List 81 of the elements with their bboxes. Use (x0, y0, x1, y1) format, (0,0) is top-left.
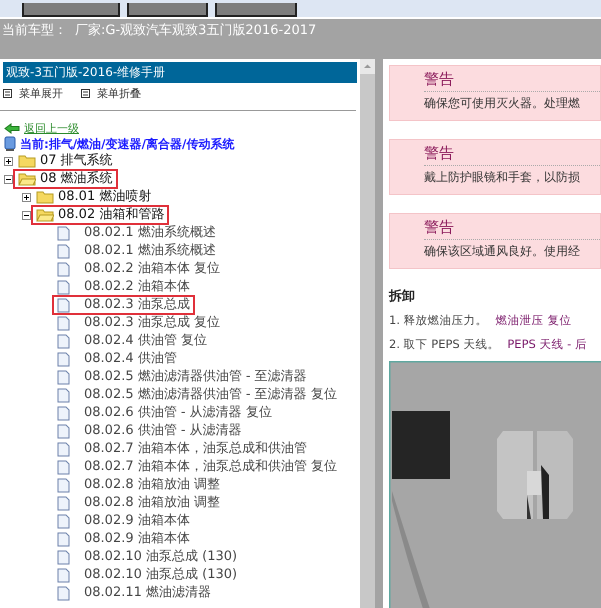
step-text: 1. 释放燃油压力。 (389, 313, 488, 327)
document-icon (57, 424, 70, 438)
document-icon (57, 532, 70, 546)
section-heading: 拆卸 (389, 288, 416, 305)
list-icon (3, 89, 12, 98)
tree-page[interactable]: 08.02.2 油箱本体 复位 (52, 259, 225, 279)
warning-title: 警告 (424, 70, 600, 92)
back-link[interactable]: 返回上一级 (24, 120, 79, 136)
tree-page[interactable]: 08.02.5 燃油滤清器供油管 - 至滤清器 复位 (52, 385, 342, 405)
back-arrow-icon (4, 122, 20, 134)
tree-page[interactable]: 08.02.5 燃油滤清器供油管 - 至滤清器 (52, 367, 312, 387)
document-icon (57, 226, 70, 240)
folder-icon (36, 208, 54, 222)
warning-text: 确保该区域通风良好。使用经 (424, 243, 581, 260)
warning-text: 确保您可使用灭火器。处理燃 (424, 95, 581, 112)
menu-action[interactable]: 菜单折叠 (81, 86, 141, 101)
toolbar-button[interactable] (22, 3, 120, 17)
document-icon (57, 280, 70, 294)
document-icon (57, 550, 70, 564)
tree-page[interactable]: 08.02.9 油箱本体 (52, 511, 195, 531)
tree-page[interactable]: 08.02.9 油箱本体 (52, 529, 195, 549)
tree-page[interactable]: 08.02.8 油箱放油 调整 (52, 493, 225, 513)
document-icon (57, 586, 70, 600)
manual-title: 观致-3五门版-2016-维修手册 (3, 62, 357, 83)
folder-icon (18, 172, 36, 186)
tree-page[interactable]: 08.02.2 油箱本体 (52, 277, 195, 297)
step-link[interactable]: 燃油泄压 复位 (496, 313, 572, 327)
step-text: 2. 取下 PEPS 天线。 (389, 337, 500, 351)
tree-page[interactable]: 08.02.7 油箱本体，油泵总成和供油管 (52, 439, 312, 459)
expand-icon[interactable] (4, 156, 13, 166)
document-icon (57, 298, 70, 312)
tree-page[interactable]: 08.02.10 油泵总成 (130) (52, 547, 242, 567)
tree-folder[interactable]: 07 排气系统 (13, 151, 118, 171)
warning-title: 警告 (424, 218, 600, 240)
step-link[interactable]: PEPS 天线 - 后 (507, 337, 587, 351)
tree-page[interactable]: 08.02.8 油箱放油 调整 (52, 475, 225, 495)
tree-page[interactable]: 08.02.4 供油管 (52, 349, 182, 369)
document-icon (57, 460, 70, 474)
vehicle-model: 厂家:G-观致汽车观致3五门版2016-2017 (75, 22, 316, 39)
document-icon (57, 514, 70, 528)
tree-page[interactable]: 08.02.7 油箱本体，油泵总成和供油管 复位 (52, 457, 342, 477)
document-icon (57, 334, 70, 348)
expand-icon[interactable] (22, 192, 31, 202)
tree-page[interactable]: 08.02.6 供油管 - 从滤清器 (52, 421, 247, 441)
current-path: 当前:排气/燃油/变速器/离合器/传动系统 (20, 136, 234, 152)
vehicle-label: 当前车型： (2, 22, 67, 39)
document-icon (57, 352, 70, 366)
tree-page[interactable]: 08.02.1 燃油系统概述 (52, 223, 221, 243)
computer-icon (4, 136, 16, 152)
tree-page[interactable]: 08.02.11 燃油滤清器 (52, 583, 216, 603)
tree-page[interactable]: 08.02.3 油泵总成 (52, 295, 195, 315)
document-icon (57, 244, 70, 258)
document-icon (57, 568, 70, 582)
document-icon (57, 370, 70, 384)
toolbar-button[interactable] (215, 3, 297, 17)
list-icon (81, 89, 90, 98)
toolbar-button[interactable] (127, 3, 208, 17)
menu-action[interactable]: 菜单展开 (3, 86, 63, 101)
folder-icon (18, 154, 36, 168)
document-icon (57, 478, 70, 492)
tree-page[interactable]: 08.02.6 供油管 - 从滤清器 复位 (52, 403, 277, 423)
warning-title: 警告 (424, 144, 600, 166)
document-icon (57, 316, 70, 330)
warning-text: 戴上防护眼镜和手套，以防损 (424, 169, 581, 186)
tree-folder[interactable]: 08.02 油箱和管路 (31, 205, 170, 225)
document-icon (57, 406, 70, 420)
collapse-icon[interactable] (4, 174, 13, 184)
tree-folder[interactable]: 08 燃油系统 (13, 169, 118, 189)
tree-page[interactable]: 08.02.4 供油管 复位 (52, 331, 212, 351)
scroll-up-icon[interactable] (360, 59, 375, 74)
document-icon (57, 496, 70, 510)
document-icon (57, 262, 70, 276)
tree-page[interactable]: 08.02.1 燃油系统概述 (52, 241, 221, 261)
document-icon (57, 388, 70, 402)
tree-folder[interactable]: 08.01 燃油喷射 (31, 187, 156, 207)
collapse-icon[interactable] (22, 210, 31, 220)
scrollbar[interactable] (360, 59, 375, 608)
folder-icon (36, 190, 54, 204)
document-icon (57, 442, 70, 456)
tree-page[interactable]: 08.02.3 油泵总成 复位 (52, 313, 225, 333)
tree-page[interactable]: 08.02.10 油泵总成 (130) (52, 565, 242, 585)
